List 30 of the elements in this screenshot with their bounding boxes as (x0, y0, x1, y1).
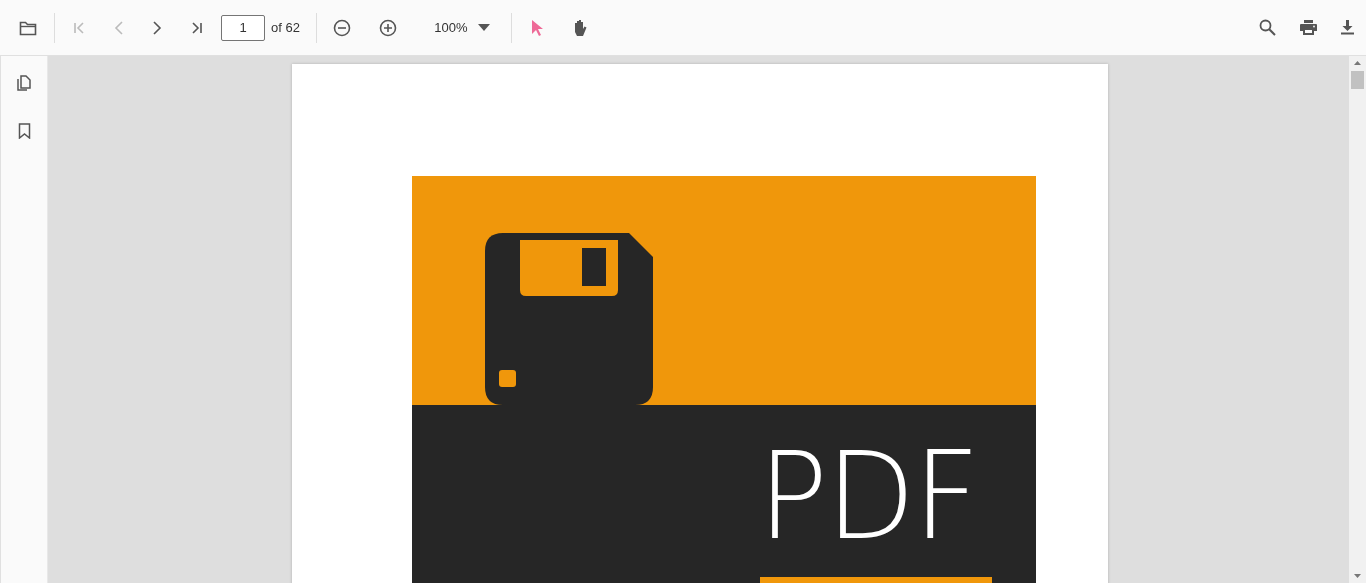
toolbar-button[interactable] (152, 20, 162, 35)
scroll-up-icon (1354, 61, 1361, 65)
folder-icon (19, 19, 37, 36)
zoom-dropdown[interactable]: 100% (410, 20, 507, 35)
toolbar-button[interactable] (332, 18, 351, 37)
toolbar-button[interactable] (1259, 19, 1276, 36)
page-count: of 62 (271, 20, 300, 35)
toolbar-button[interactable] (1300, 20, 1317, 35)
bookmark-icon (17, 123, 31, 139)
zoom-in-icon (378, 18, 397, 37)
chevron-right-icon (152, 20, 162, 35)
cover-title: PDF (758, 435, 979, 557)
page-number-field[interactable]: 1 (221, 14, 265, 41)
download-icon (1341, 20, 1354, 35)
pages-icon (16, 74, 32, 92)
printer-icon (1300, 20, 1317, 35)
cursor-icon (529, 18, 544, 37)
toolbar-button[interactable] (378, 18, 397, 37)
toolbar-button[interactable] (1341, 20, 1354, 35)
scrollbar-thumb[interactable] (1351, 71, 1364, 89)
last-page-icon (190, 20, 204, 35)
caret-icon (477, 24, 490, 31)
toolbar-button[interactable] (190, 20, 204, 35)
scrollbar[interactable] (1349, 56, 1366, 583)
first-page-icon (72, 20, 86, 35)
search-icon (1259, 19, 1276, 36)
chevron-left-icon (114, 20, 124, 35)
scroll-down-icon (1354, 574, 1361, 578)
zoom-out-icon (332, 18, 351, 37)
toolbar-button[interactable] (19, 19, 37, 36)
